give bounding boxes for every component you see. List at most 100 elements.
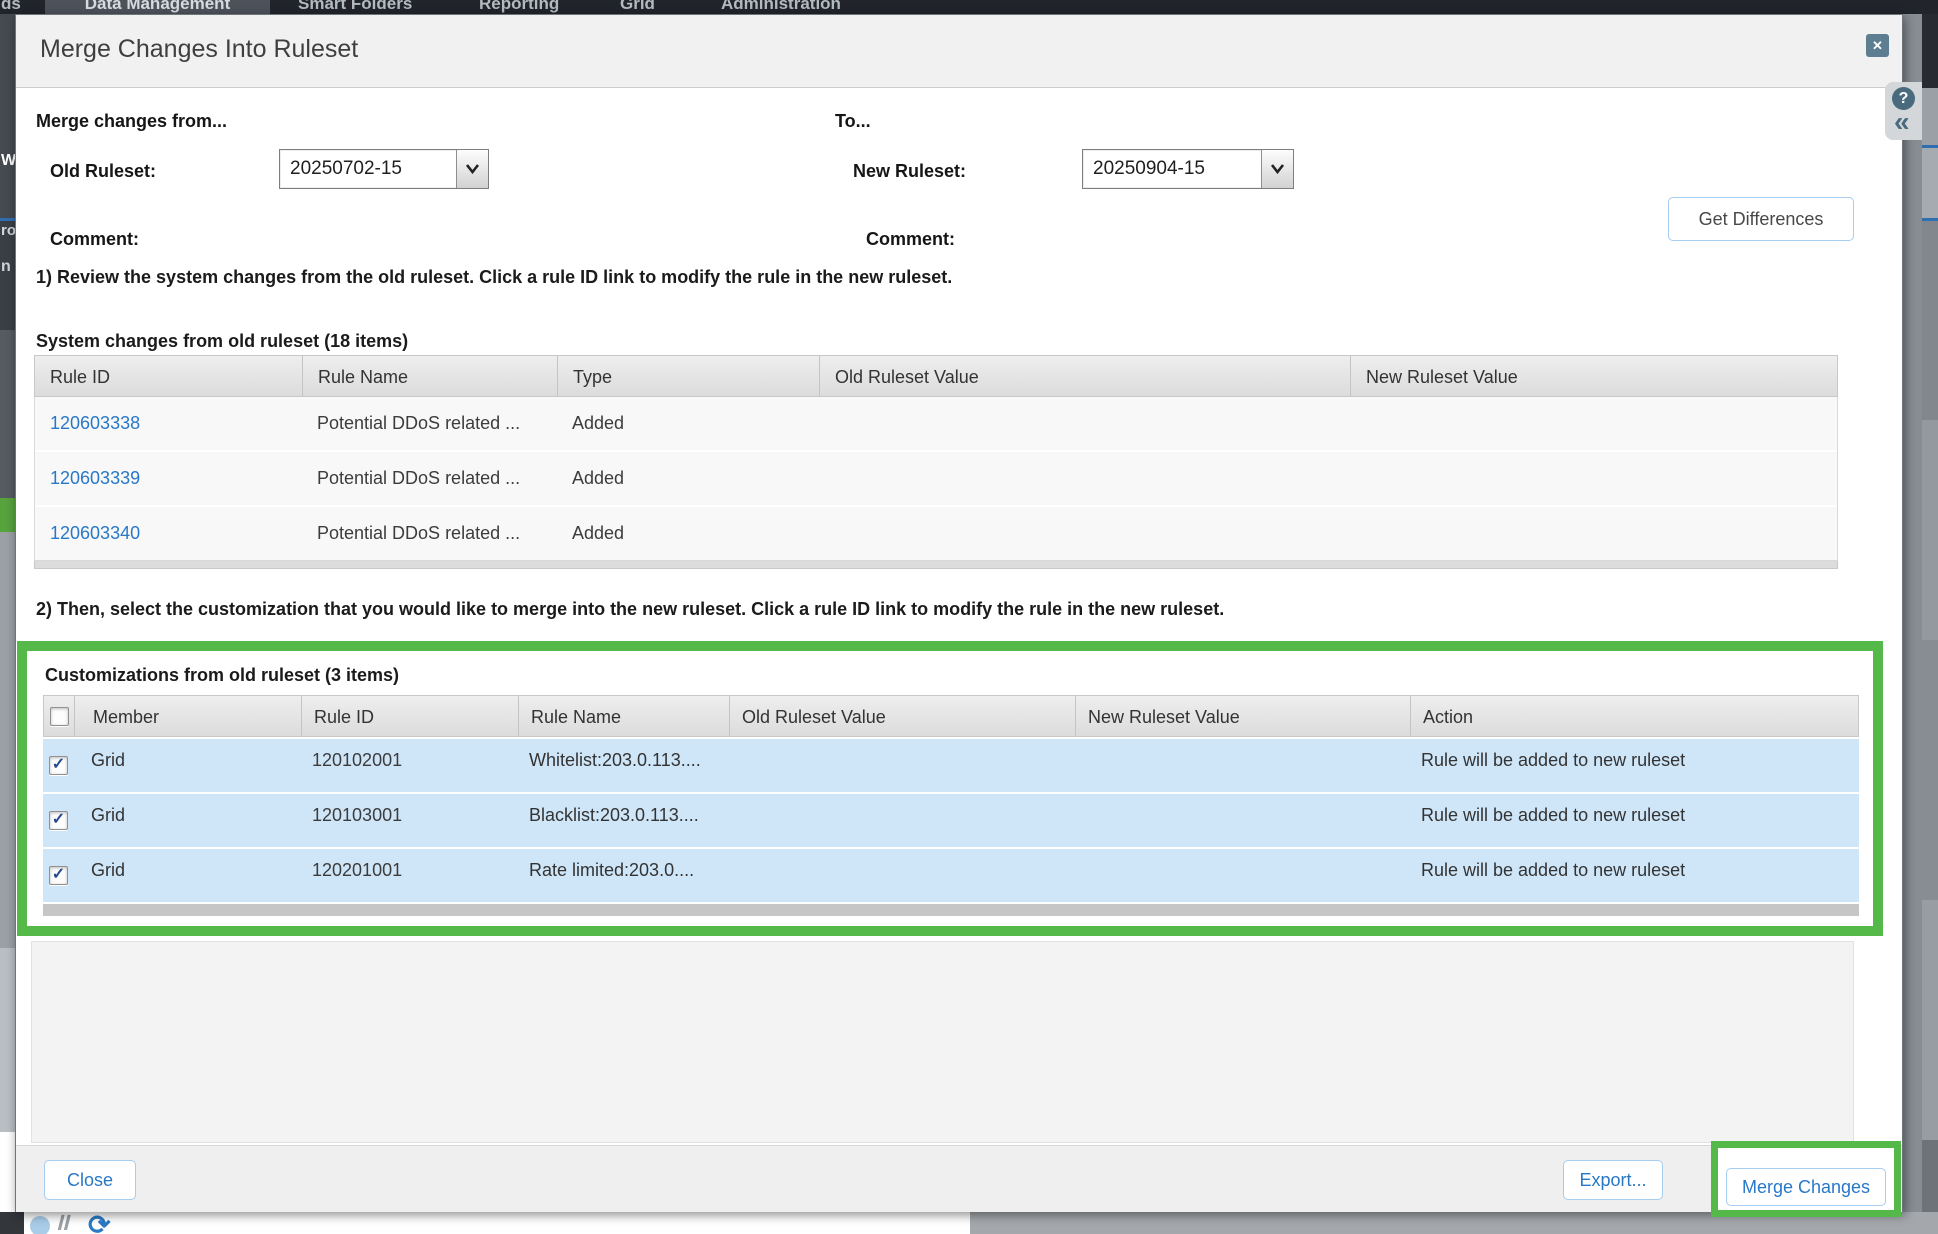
new-value-cell xyxy=(1074,849,1409,902)
action-cell: Rule will be added to new ruleset xyxy=(1409,739,1859,792)
row-checkbox[interactable] xyxy=(49,811,68,830)
table-row[interactable]: Grid120201001Rate limited:203.0....Rule … xyxy=(43,849,1859,902)
rule-id-link[interactable]: 120603340 xyxy=(50,523,140,543)
bg-text-fragment: n xyxy=(1,258,11,276)
annotation-highlight-merge-button: Merge Changes xyxy=(1711,1141,1901,1217)
side-flyout-panel: ? « xyxy=(1885,82,1922,140)
column-header: Old Ruleset Value xyxy=(729,696,1075,736)
nav-tab-data-management[interactable]: Data Management xyxy=(45,0,270,14)
member-cell: Grid xyxy=(73,739,300,792)
dialog-footer: Close Export... xyxy=(16,1145,1902,1212)
column-header: Member xyxy=(74,696,301,736)
nav-tab-smart-folders[interactable]: Smart Folders xyxy=(298,0,412,14)
nav-tab-administration[interactable]: Administration xyxy=(721,0,841,14)
nav-tab-reporting[interactable]: Reporting xyxy=(479,0,559,14)
action-cell: Rule will be added to new ruleset xyxy=(1409,794,1859,847)
rule-id-cell: 120603340 xyxy=(35,507,302,560)
old-value-cell xyxy=(819,507,1350,560)
chevron-down-icon[interactable] xyxy=(1261,150,1293,188)
bg-text-fragment: W xyxy=(1,152,15,170)
bg-segment xyxy=(0,948,15,1132)
old-ruleset-dropdown[interactable]: 20250702-15 xyxy=(279,149,489,189)
rule-id-link[interactable]: 120102001 xyxy=(312,750,402,770)
bg-text-fragment: ro xyxy=(1,222,15,239)
bg-segment xyxy=(1922,640,1938,900)
rule-name-cell: Potential DDoS related ... xyxy=(302,507,557,560)
table-row: 120603339Potential DDoS related ...Added xyxy=(35,450,1837,505)
rule-name-cell: Blacklist:203.0.113.... xyxy=(517,794,728,847)
old-value-cell xyxy=(728,794,1074,847)
column-header: Action xyxy=(1410,696,1860,736)
merge-changes-button[interactable]: Merge Changes xyxy=(1726,1168,1886,1206)
rule-id-cell: 120603338 xyxy=(35,397,302,450)
rule-name-cell: Rate limited:203.0.... xyxy=(517,849,728,902)
column-header: Rule Name xyxy=(302,356,557,396)
new-value-cell xyxy=(1074,794,1409,847)
customizations-table-title: Customizations from old ruleset (3 items… xyxy=(45,665,399,686)
bg-segment xyxy=(1922,420,1938,640)
rule-name-cell: Potential DDoS related ... xyxy=(302,397,557,450)
bg-segment xyxy=(1922,148,1938,218)
rule-id-link[interactable]: 120603338 xyxy=(50,413,140,433)
type-cell: Added xyxy=(557,397,819,450)
row-select-cell xyxy=(43,739,73,792)
collapse-left-icon[interactable]: « xyxy=(1894,106,1910,138)
row-select-cell xyxy=(43,794,73,847)
rule-id-cell: 120102001 xyxy=(300,739,517,792)
to-comment-label: Comment: xyxy=(866,229,955,250)
background-bottom-sliver: II ⟳ xyxy=(0,1212,1938,1234)
get-differences-button[interactable]: Get Differences xyxy=(1668,197,1854,241)
rule-id-link[interactable]: 120103001 xyxy=(312,805,402,825)
dialog-header: Merge Changes Into Ruleset xyxy=(16,15,1902,88)
table-scrollbar[interactable] xyxy=(34,561,1838,569)
bg-segment xyxy=(0,532,15,948)
bg-segment xyxy=(0,1132,15,1212)
system-changes-table: Rule IDRule NameTypeOld Ruleset ValueNew… xyxy=(34,355,1838,569)
close-icon[interactable]: ✕ xyxy=(1866,34,1889,57)
annotation-highlight-customizations: Customizations from old ruleset (3 items… xyxy=(17,641,1883,936)
column-header: Rule Name xyxy=(518,696,729,736)
system-table-title: System changes from old ruleset (18 item… xyxy=(36,331,408,352)
rule-id-link[interactable]: 120201001 xyxy=(312,860,402,880)
new-value-cell xyxy=(1350,452,1839,505)
column-header: Rule ID xyxy=(301,696,518,736)
old-value-cell xyxy=(819,452,1350,505)
bg-logo-fragment-icon xyxy=(30,1216,50,1234)
row-checkbox[interactable] xyxy=(49,866,68,885)
rule-id-cell: 120603339 xyxy=(35,452,302,505)
dialog-title: Merge Changes Into Ruleset xyxy=(40,35,358,64)
background-right-sliver xyxy=(1922,0,1938,1234)
new-ruleset-value: 20250904-15 xyxy=(1083,150,1261,188)
chevron-down-icon[interactable] xyxy=(456,150,488,188)
column-header: Type xyxy=(557,356,819,396)
table-row: 120603340Potential DDoS related ...Added xyxy=(35,505,1837,560)
old-value-cell xyxy=(819,397,1350,450)
instruction-step-2: 2) Then, select the customization that y… xyxy=(36,599,1224,620)
close-button[interactable]: Close xyxy=(44,1160,136,1200)
table-row[interactable]: Grid 120103001 Blacklist:203.0.113.... Rule… xyxy=(43,794,1859,847)
rule-id-cell: 120103001 xyxy=(300,794,517,847)
new-ruleset-dropdown[interactable]: 20250904-15 xyxy=(1082,149,1294,189)
table-row: 120603338 Potential DDoS related ...Added xyxy=(35,397,1837,450)
row-checkbox[interactable] xyxy=(49,756,68,775)
table-header-row: Rule IDRule NameTypeOld Ruleset ValueNew… xyxy=(34,355,1838,397)
nav-tab-grid[interactable]: Grid xyxy=(620,0,655,14)
column-header: Rule ID xyxy=(35,356,302,396)
table-scrollbar[interactable] xyxy=(43,904,1859,916)
select-all-checkbox[interactable] xyxy=(50,707,69,726)
column-header: New Ruleset Value xyxy=(1350,356,1839,396)
new-value-cell xyxy=(1350,507,1839,560)
nav-tab-ds[interactable]: ds xyxy=(1,0,21,14)
bg-segment xyxy=(1922,221,1938,420)
bg-segment xyxy=(0,330,15,498)
column-header: New Ruleset Value xyxy=(1075,696,1410,736)
merge-from-heading: Merge changes from... xyxy=(36,111,227,132)
export-button[interactable]: Export... xyxy=(1563,1160,1663,1200)
table-row[interactable]: Grid120102001Whitelist:203.0.113....Rule… xyxy=(43,739,1859,792)
rule-id-link[interactable]: 120603339 xyxy=(50,468,140,488)
bg-segment xyxy=(1922,88,1938,145)
to-heading: To... xyxy=(835,111,871,132)
member-cell: Grid xyxy=(73,794,300,847)
new-value-cell xyxy=(1350,397,1839,450)
instruction-step-1: 1) Review the system changes from the ol… xyxy=(36,267,952,288)
